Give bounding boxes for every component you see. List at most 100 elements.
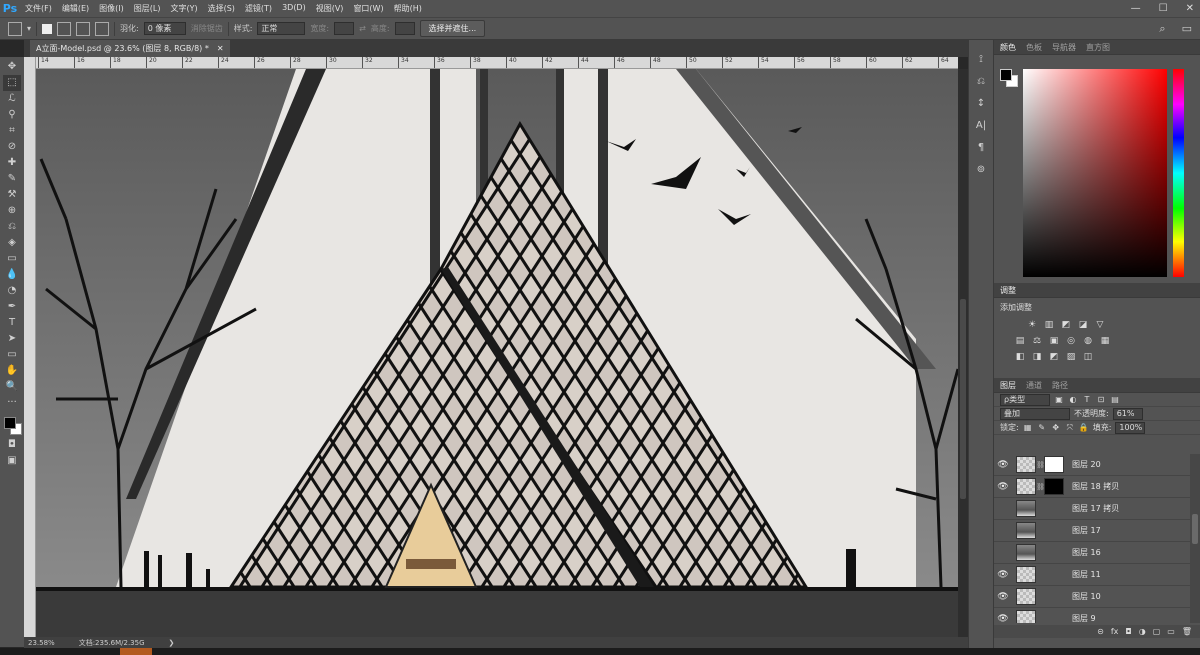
tool-0-icon[interactable]: ✥ xyxy=(3,59,21,75)
fill-input[interactable]: 100% xyxy=(1115,421,1146,434)
visibility-eye-icon[interactable]: 👁 xyxy=(994,482,1012,492)
tool-9-icon[interactable]: ⊕ xyxy=(3,203,21,219)
dropdown-caret-icon[interactable]: ▾ xyxy=(27,24,31,33)
scroll-thumb[interactable] xyxy=(1192,514,1198,544)
panel-strip-4-icon[interactable]: ¶ xyxy=(972,140,990,154)
adjustment-1-3-icon[interactable]: ◪ xyxy=(1077,319,1089,330)
status-arrow-icon[interactable]: ❯ xyxy=(169,639,175,647)
lock-2-icon[interactable]: ✥ xyxy=(1051,423,1061,433)
lock-4-icon[interactable]: 🔒 xyxy=(1079,423,1089,433)
menu-item-6[interactable]: 滤镜(T) xyxy=(240,3,277,14)
visibility-eye-icon[interactable]: 👁 xyxy=(994,614,1012,624)
search-icon[interactable]: ⌕ xyxy=(1159,22,1165,36)
adjustment-3-4-icon[interactable]: ◫ xyxy=(1082,351,1094,362)
layers-footer-5-icon[interactable]: ▭ xyxy=(1167,627,1175,636)
tool-15-icon[interactable]: ✒ xyxy=(3,299,21,315)
layers-footer-6-icon[interactable]: 🗑 xyxy=(1182,627,1192,636)
minimize-button[interactable]: — xyxy=(1131,3,1141,14)
tab-layers-0[interactable]: 图层 xyxy=(1000,380,1016,391)
layer-name[interactable]: 图层 17 xyxy=(1072,525,1101,536)
maximize-button[interactable]: ☐ xyxy=(1159,3,1168,14)
canvas-vertical-scrollbar[interactable] xyxy=(958,69,968,637)
tool-6-icon[interactable]: ✚ xyxy=(3,155,21,171)
tab-layers-2[interactable]: 路径 xyxy=(1052,380,1068,391)
document-tab[interactable]: A立面-Model.psd @ 23.6% (图层 8, RGB/8) * ✕ xyxy=(30,40,230,57)
width-input[interactable] xyxy=(334,22,355,35)
color-swatches[interactable] xyxy=(2,415,22,437)
tab-color-3[interactable]: 直方图 xyxy=(1086,42,1110,53)
tool-16-icon[interactable]: T xyxy=(3,315,21,331)
layer-row[interactable]: 👁 图层 11 xyxy=(994,564,1190,586)
antialias-checkbox[interactable]: 消除锯齿 xyxy=(191,23,223,34)
color-picker-field[interactable] xyxy=(1023,69,1167,277)
style-select[interactable]: 正常 xyxy=(257,22,306,35)
adjustment-2-2-icon[interactable]: ▣ xyxy=(1048,335,1060,346)
adjustment-3-3-icon[interactable]: ▨ xyxy=(1065,351,1077,362)
adjustment-2-0-icon[interactable]: ▤ xyxy=(1014,335,1026,346)
adjustment-1-0-icon[interactable]: ☀ xyxy=(1026,319,1038,330)
tab-color-1[interactable]: 色板 xyxy=(1026,42,1042,53)
layers-scrollbar[interactable] xyxy=(1190,454,1200,623)
menu-item-9[interactable]: 窗口(W) xyxy=(348,3,388,14)
layer-row[interactable]: 👁 ⛓ 图层 20 xyxy=(994,454,1190,476)
panel-strip-5-icon[interactable]: ⊚ xyxy=(972,162,990,176)
tool-4-icon[interactable]: ⌗ xyxy=(3,123,21,139)
tool-7-icon[interactable]: ✎ xyxy=(3,171,21,187)
feather-input[interactable]: 0 像素 xyxy=(143,22,186,35)
layer-name[interactable]: 图层 18 拷贝 xyxy=(1072,481,1119,492)
hue-slider[interactable] xyxy=(1173,69,1184,277)
filter-4-icon[interactable]: ▤ xyxy=(1110,395,1120,404)
layers-footer-0-icon[interactable]: ⊝ xyxy=(1097,627,1104,636)
menu-item-8[interactable]: 视图(V) xyxy=(311,3,349,14)
panel-strip-1-icon[interactable]: ⎌ xyxy=(972,74,990,88)
adjustment-2-1-icon[interactable]: ⚖ xyxy=(1031,335,1043,346)
foreground-color[interactable] xyxy=(4,417,16,429)
adjustment-3-1-icon[interactable]: ◨ xyxy=(1031,351,1043,362)
add-selection-icon[interactable] xyxy=(57,21,72,36)
adjustment-2-3-icon[interactable]: ◎ xyxy=(1065,335,1077,346)
layer-row[interactable]: 图层 17 拷贝 xyxy=(994,498,1190,520)
new-selection-icon[interactable] xyxy=(42,23,53,34)
adjustment-2-5-icon[interactable]: ▦ xyxy=(1099,335,1111,346)
adjustment-3-2-icon[interactable]: ◩ xyxy=(1048,351,1060,362)
tab-color-2[interactable]: 导航器 xyxy=(1052,42,1076,53)
panel-strip-0-icon[interactable]: ⟟ xyxy=(972,52,990,66)
layers-footer-1-icon[interactable]: fx xyxy=(1111,627,1119,636)
tool-19-icon[interactable]: ✋ xyxy=(3,363,21,379)
workspace-icon[interactable]: ▭ xyxy=(1182,22,1192,36)
foreground-color-swatch[interactable] xyxy=(1000,69,1012,81)
layers-footer-4-icon[interactable]: ▢ xyxy=(1153,627,1161,636)
close-window-button[interactable]: ✕ xyxy=(1186,3,1194,14)
blend-mode-select[interactable]: 叠加 xyxy=(1000,407,1070,420)
menu-item-0[interactable]: 文件(F) xyxy=(20,3,57,14)
tool-2-icon[interactable]: ℒ xyxy=(3,91,21,107)
adjustment-1-1-icon[interactable]: ▥ xyxy=(1043,319,1055,330)
tool-17-icon[interactable]: ➤ xyxy=(3,331,21,347)
tool-11-icon[interactable]: ◈ xyxy=(3,235,21,251)
adjustment-2-4-icon[interactable]: ◍ xyxy=(1082,335,1094,346)
layer-mask-thumbnail[interactable] xyxy=(1044,456,1064,473)
intersect-selection-icon[interactable] xyxy=(95,21,110,36)
tool-20-icon[interactable]: 🔍 xyxy=(3,379,21,395)
visibility-eye-icon[interactable]: 👁 xyxy=(994,570,1012,580)
opacity-input[interactable]: 61% xyxy=(1112,407,1143,420)
menu-item-1[interactable]: 编辑(E) xyxy=(57,3,94,14)
filter-0-icon[interactable]: ▣ xyxy=(1054,395,1064,404)
layer-mask-thumbnail[interactable] xyxy=(1044,478,1064,495)
layer-name[interactable]: 图层 16 xyxy=(1072,547,1101,558)
layer-row[interactable]: 👁 ⛓ 图层 18 拷贝 xyxy=(994,476,1190,498)
tool-12-icon[interactable]: ▭ xyxy=(3,251,21,267)
mask-link-icon[interactable]: ⛓ xyxy=(1036,461,1045,469)
lock-0-icon[interactable]: ▦ xyxy=(1023,423,1033,433)
tool-14-icon[interactable]: ◔ xyxy=(3,283,21,299)
layers-footer-2-icon[interactable]: ◘ xyxy=(1125,627,1131,636)
tool-18-icon[interactable]: ▭ xyxy=(3,347,21,363)
filter-3-icon[interactable]: ⊡ xyxy=(1096,395,1106,404)
subtract-selection-icon[interactable] xyxy=(76,21,91,36)
menu-item-5[interactable]: 选择(S) xyxy=(203,3,240,14)
canvas[interactable] xyxy=(36,69,958,637)
layer-name[interactable]: 图层 20 xyxy=(1072,459,1101,470)
layer-filter-select[interactable]: ρ类型 xyxy=(1000,393,1050,406)
menu-item-4[interactable]: 文字(Y) xyxy=(165,3,202,14)
layer-name[interactable]: 图层 10 xyxy=(1072,591,1101,602)
